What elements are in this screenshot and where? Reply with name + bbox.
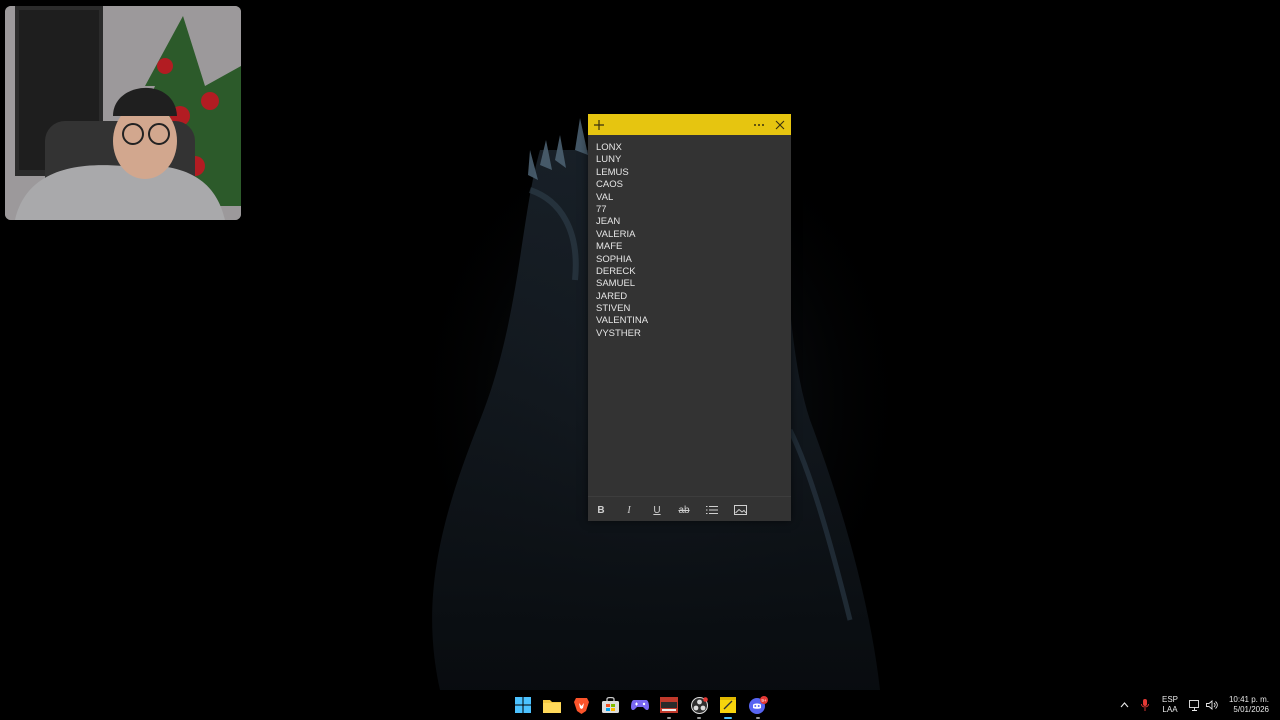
note-line[interactable]: LEMUS [596, 167, 784, 179]
close-icon[interactable] [769, 114, 791, 135]
underline-button[interactable]: U [648, 503, 666, 517]
bullet-list-icon[interactable] [703, 503, 721, 517]
note-line[interactable]: MAFE [596, 241, 784, 253]
chevron-up-icon[interactable] [1117, 690, 1131, 720]
brave-icon[interactable] [570, 695, 592, 715]
webcam-overlay [5, 6, 241, 220]
note-line[interactable]: LUNY [596, 154, 784, 166]
media-app-icon[interactable] [658, 695, 680, 719]
note-line[interactable]: 77 [596, 204, 784, 216]
clock-date: 5/01/2026 [1233, 705, 1269, 714]
sticky-note-header[interactable] [588, 114, 791, 135]
note-line[interactable]: VALERIA [596, 229, 784, 241]
note-line[interactable]: SOPHIA [596, 254, 784, 266]
plus-icon[interactable] [588, 114, 610, 135]
folder-icon[interactable] [541, 695, 563, 715]
desktop: LONX LUNY LEMUS CAOS VAL 77 JEAN VALERIA… [0, 0, 1280, 720]
more-icon[interactable] [748, 114, 770, 135]
clock[interactable]: 10:41 p. m. 5/01/2026 [1224, 690, 1269, 720]
discord-icon[interactable]: 9+ [747, 695, 769, 719]
sticky-note-window[interactable]: LONX LUNY LEMUS CAOS VAL 77 JEAN VALERIA… [588, 114, 791, 521]
microphone-icon[interactable] [1138, 690, 1152, 720]
note-line[interactable]: VAL [596, 192, 784, 204]
windows-icon[interactable] [512, 695, 534, 715]
note-line[interactable]: DERECK [596, 266, 784, 278]
gamepad-icon[interactable] [629, 695, 651, 715]
obs-icon[interactable] [688, 695, 710, 719]
formatting-toolbar: B I U ab [588, 496, 791, 522]
image-icon[interactable] [731, 503, 749, 517]
note-line[interactable]: SAMUEL [596, 278, 784, 290]
discord-badge: 9+ [761, 698, 767, 703]
note-line[interactable]: STIVEN [596, 303, 784, 315]
network-icon[interactable] [1188, 690, 1202, 720]
italic-button[interactable]: I [620, 503, 638, 517]
language-indicator[interactable]: ESP LAA [1158, 690, 1182, 720]
bold-button[interactable]: B [592, 503, 610, 517]
note-line[interactable]: CAOS [596, 179, 784, 191]
note-line[interactable]: JARED [596, 291, 784, 303]
note-text-area[interactable]: LONX LUNY LEMUS CAOS VAL 77 JEAN VALERIA… [596, 142, 784, 492]
store-icon[interactable] [599, 695, 621, 715]
keyboard-layout: LAA [1162, 705, 1178, 714]
note-line[interactable]: JEAN [596, 216, 784, 228]
note-line[interactable]: LONX [596, 142, 784, 154]
language-code: ESP [1161, 695, 1178, 704]
sticky-notes-icon[interactable] [717, 695, 739, 719]
note-line[interactable]: VALENTINA [596, 315, 784, 327]
clock-time: 10:41 p. m. [1228, 695, 1269, 704]
taskbar: 9+ ESP LAA 10:41 p. m. 5/01/2026 [0, 690, 1280, 720]
volume-icon[interactable] [1205, 690, 1219, 720]
strikethrough-button[interactable]: ab [675, 503, 693, 517]
note-line[interactable]: VYSTHER [596, 328, 784, 340]
